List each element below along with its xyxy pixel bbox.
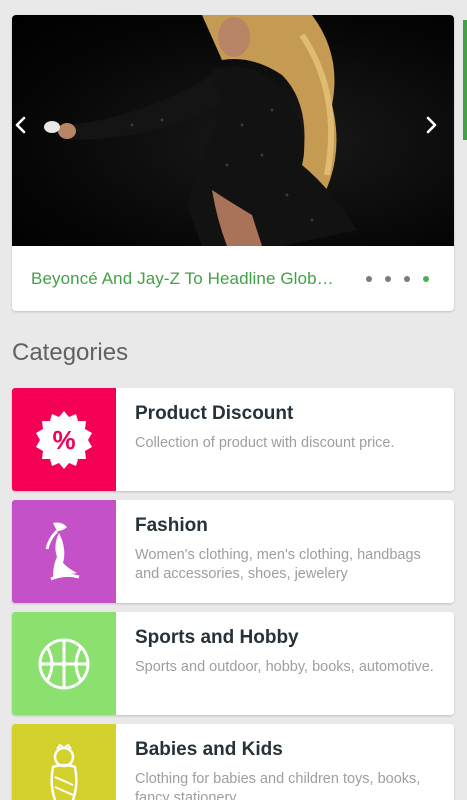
category-title: Fashion [135, 515, 208, 536]
category-description: Clothing for babies and children toys, b… [135, 771, 421, 800]
pagination-dot[interactable] [366, 275, 372, 282]
slide-caption[interactable]: Beyoncé And Jay-Z To Headline Global Cit… [31, 269, 338, 289]
baby-icon [50, 743, 78, 800]
category-title: Babies and Kids [135, 739, 283, 760]
category-title: Sports and Hobby [135, 627, 299, 648]
basketball-icon [38, 638, 90, 689]
pagination-dot-active[interactable] [423, 275, 429, 282]
category-description: Collection of product with discount pric… [135, 435, 395, 451]
slider-prev-button[interactable] [14, 116, 42, 144]
mannequin-icon [45, 522, 80, 580]
category-description: Sports and outdoor, hobby, books, automo… [135, 659, 434, 675]
app-screen: Beyoncé And Jay-Z To Headline Global Cit… [0, 0, 467, 800]
category-icon-tile [12, 500, 116, 603]
category-card-babies-kids[interactable]: Babies and Kids Clothing for babies and … [12, 724, 454, 800]
svg-text:%: % [52, 425, 75, 455]
edge-indicator [463, 20, 467, 140]
category-icon-tile [12, 724, 116, 800]
categories-heading: Categories [12, 339, 129, 366]
featured-slider[interactable]: Beyoncé And Jay-Z To Headline Global Cit… [12, 15, 454, 311]
category-icon-tile: % [12, 388, 116, 491]
category-description: Women's clothing, men's clothing, handba… [135, 547, 421, 582]
category-card-product-discount[interactable]: % Product Discount Collection of product… [12, 388, 454, 491]
slider-pagination [366, 275, 429, 282]
performer-illustration [44, 15, 357, 246]
category-card-sports-hobby[interactable]: Sports and Hobby Sports and outdoor, hob… [12, 612, 454, 715]
slider-next-button[interactable] [424, 116, 452, 144]
pagination-dot[interactable] [385, 275, 391, 282]
percent-badge-icon: % [36, 410, 92, 469]
category-icon-tile [12, 612, 116, 715]
chevron-left-icon [15, 116, 26, 134]
category-card-fashion[interactable]: Fashion Women's clothing, men's clothing… [12, 500, 454, 603]
slide-caption-row[interactable]: Beyoncé And Jay-Z To Headline Global Cit… [12, 246, 454, 311]
slide-image[interactable] [12, 15, 454, 246]
category-title: Product Discount [135, 403, 294, 424]
pagination-dot[interactable] [404, 275, 410, 282]
chevron-right-icon [426, 116, 437, 134]
